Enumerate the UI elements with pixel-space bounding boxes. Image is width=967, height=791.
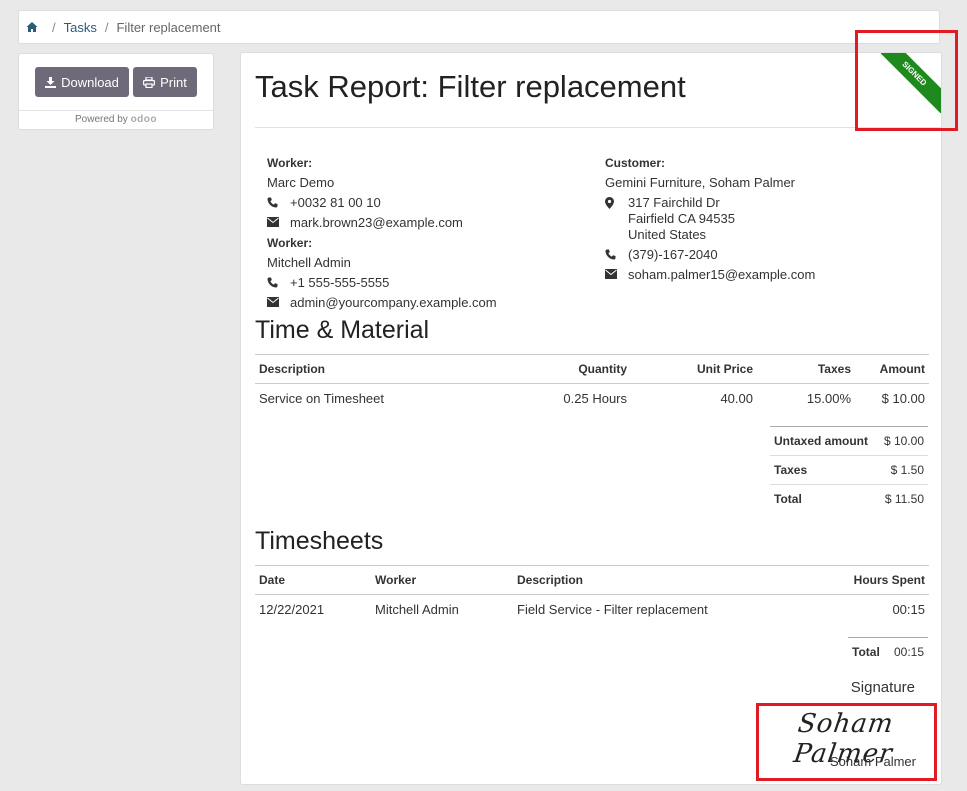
column-header: Unit Price bbox=[631, 354, 757, 384]
totals-label: Untaxed amount bbox=[770, 426, 878, 456]
worker-phone: +1 555-555-5555 bbox=[290, 275, 390, 290]
totals-value: $ 11.50 bbox=[877, 484, 928, 513]
worker-name: Mitchell Admin bbox=[267, 255, 351, 270]
customer-address-line: 317 Fairchild Dr bbox=[628, 195, 720, 210]
timesheet-description: Field Service - Filter replacement bbox=[517, 602, 708, 617]
column-header: Date bbox=[255, 565, 371, 595]
customer-email[interactable]: soham.palmer15@example.com bbox=[628, 265, 815, 285]
column-header: Hours Spent bbox=[801, 565, 929, 595]
totals-row: Untaxed amount $ 10.00 bbox=[770, 426, 928, 456]
worker-phone: +0032 81 00 10 bbox=[290, 195, 381, 210]
timesheet-hours: 00:15 bbox=[892, 602, 925, 617]
line-taxes: 15.00% bbox=[806, 391, 851, 406]
customer-address-line: Fairfield CA 94535 bbox=[628, 211, 735, 226]
totals-value: $ 1.50 bbox=[877, 455, 928, 485]
worker-label: Worker: bbox=[267, 156, 313, 170]
workers-block: Worker: Marc Demo +0032 81 00 10 mark.br… bbox=[267, 153, 497, 313]
page-title: Task Report: Filter replacement bbox=[255, 69, 686, 104]
totals-row: Taxes $ 1.50 bbox=[770, 455, 928, 485]
divider bbox=[255, 127, 941, 128]
worker-email[interactable]: admin@yourcompany.example.com bbox=[290, 293, 497, 313]
table-row: Service on Timesheet 0.25 Hours 40.00 15… bbox=[255, 384, 929, 414]
column-header: Description bbox=[255, 354, 513, 384]
task-report: SIGNED Task Report: Filter replacement W… bbox=[240, 52, 942, 785]
customer-phone: (379)-167-2040 bbox=[628, 247, 718, 262]
map-marker-icon bbox=[605, 193, 628, 209]
print-icon bbox=[143, 76, 156, 88]
breadcrumb-current: Filter replacement bbox=[116, 19, 221, 35]
phone-icon bbox=[267, 273, 290, 288]
timesheets-total: Total 00:15 bbox=[848, 637, 928, 666]
time-material-table: Description Quantity Unit Price Taxes Am… bbox=[255, 354, 929, 413]
worker-label: Worker: bbox=[267, 236, 313, 250]
envelope-icon bbox=[267, 293, 290, 307]
download-button[interactable]: Download bbox=[35, 67, 129, 97]
line-quantity: 0.25 Hours bbox=[563, 391, 627, 406]
totals-table: Untaxed amount $ 10.00 Taxes $ 1.50 Tota… bbox=[770, 426, 928, 513]
powered-by: Powered by odoo bbox=[19, 111, 213, 125]
envelope-icon bbox=[267, 213, 290, 227]
timesheets-title: Timesheets bbox=[255, 527, 384, 555]
customer-label: Customer: bbox=[605, 156, 666, 170]
signature-box: Soham Palmer Soham Palmer bbox=[766, 703, 926, 773]
breadcrumb-separator: / bbox=[104, 19, 109, 35]
column-header: Taxes bbox=[757, 354, 855, 384]
download-button-label: Download bbox=[61, 74, 119, 90]
envelope-icon bbox=[605, 265, 628, 279]
totals-label: Total bbox=[770, 484, 878, 513]
breadcrumb-tasks-link[interactable]: Tasks bbox=[64, 20, 97, 35]
home-icon[interactable] bbox=[26, 21, 38, 33]
timesheet-worker: Mitchell Admin bbox=[375, 602, 459, 617]
timesheets-total-value: 00:15 bbox=[886, 637, 928, 666]
breadcrumb-separator: / bbox=[52, 19, 56, 35]
table-row: 12/22/2021 Mitchell Admin Field Service … bbox=[255, 595, 929, 625]
column-header: Quantity bbox=[513, 354, 631, 384]
timesheet-date: 12/22/2021 bbox=[259, 602, 325, 617]
line-unit-price: 40.00 bbox=[720, 391, 753, 406]
worker-email[interactable]: mark.brown23@example.com bbox=[290, 213, 463, 233]
worker-name: Marc Demo bbox=[267, 175, 335, 190]
sidebar-panel: Download Print Powered by odoo bbox=[18, 53, 214, 130]
print-button[interactable]: Print bbox=[133, 67, 197, 97]
column-header: Worker bbox=[371, 565, 513, 595]
odoo-logo[interactable]: odoo bbox=[131, 114, 157, 125]
column-header: Description bbox=[513, 565, 801, 595]
breadcrumb: / Tasks / Filter replacement bbox=[18, 10, 940, 44]
timesheets-table: Date Worker Description Hours Spent 12/2… bbox=[255, 565, 929, 624]
timesheets-total-label: Total bbox=[848, 637, 887, 666]
print-button-label: Print bbox=[160, 74, 187, 90]
totals-value: $ 10.00 bbox=[877, 426, 928, 456]
customer-name: Gemini Furniture, Soham Palmer bbox=[605, 175, 796, 190]
download-icon bbox=[45, 76, 57, 88]
phone-icon bbox=[267, 193, 290, 208]
phone-icon bbox=[605, 245, 628, 260]
signature-label: Signature bbox=[850, 679, 915, 696]
customer-block: Customer: Gemini Furniture, Soham Palmer… bbox=[605, 153, 815, 285]
line-description: Service on Timesheet bbox=[259, 391, 385, 406]
time-material-title: Time & Material bbox=[255, 316, 430, 344]
signed-ribbon: SIGNED bbox=[881, 53, 941, 113]
totals-label: Taxes bbox=[770, 455, 878, 485]
column-header: Amount bbox=[855, 354, 929, 384]
totals-row: Total $ 11.50 bbox=[770, 484, 928, 513]
signer-name: Soham Palmer bbox=[830, 754, 916, 769]
customer-address-line: United States bbox=[628, 227, 707, 242]
powered-by-label: Powered by bbox=[74, 114, 128, 125]
signed-ribbon-label: SIGNED bbox=[881, 53, 941, 113]
line-amount: $ 10.00 bbox=[881, 391, 925, 406]
